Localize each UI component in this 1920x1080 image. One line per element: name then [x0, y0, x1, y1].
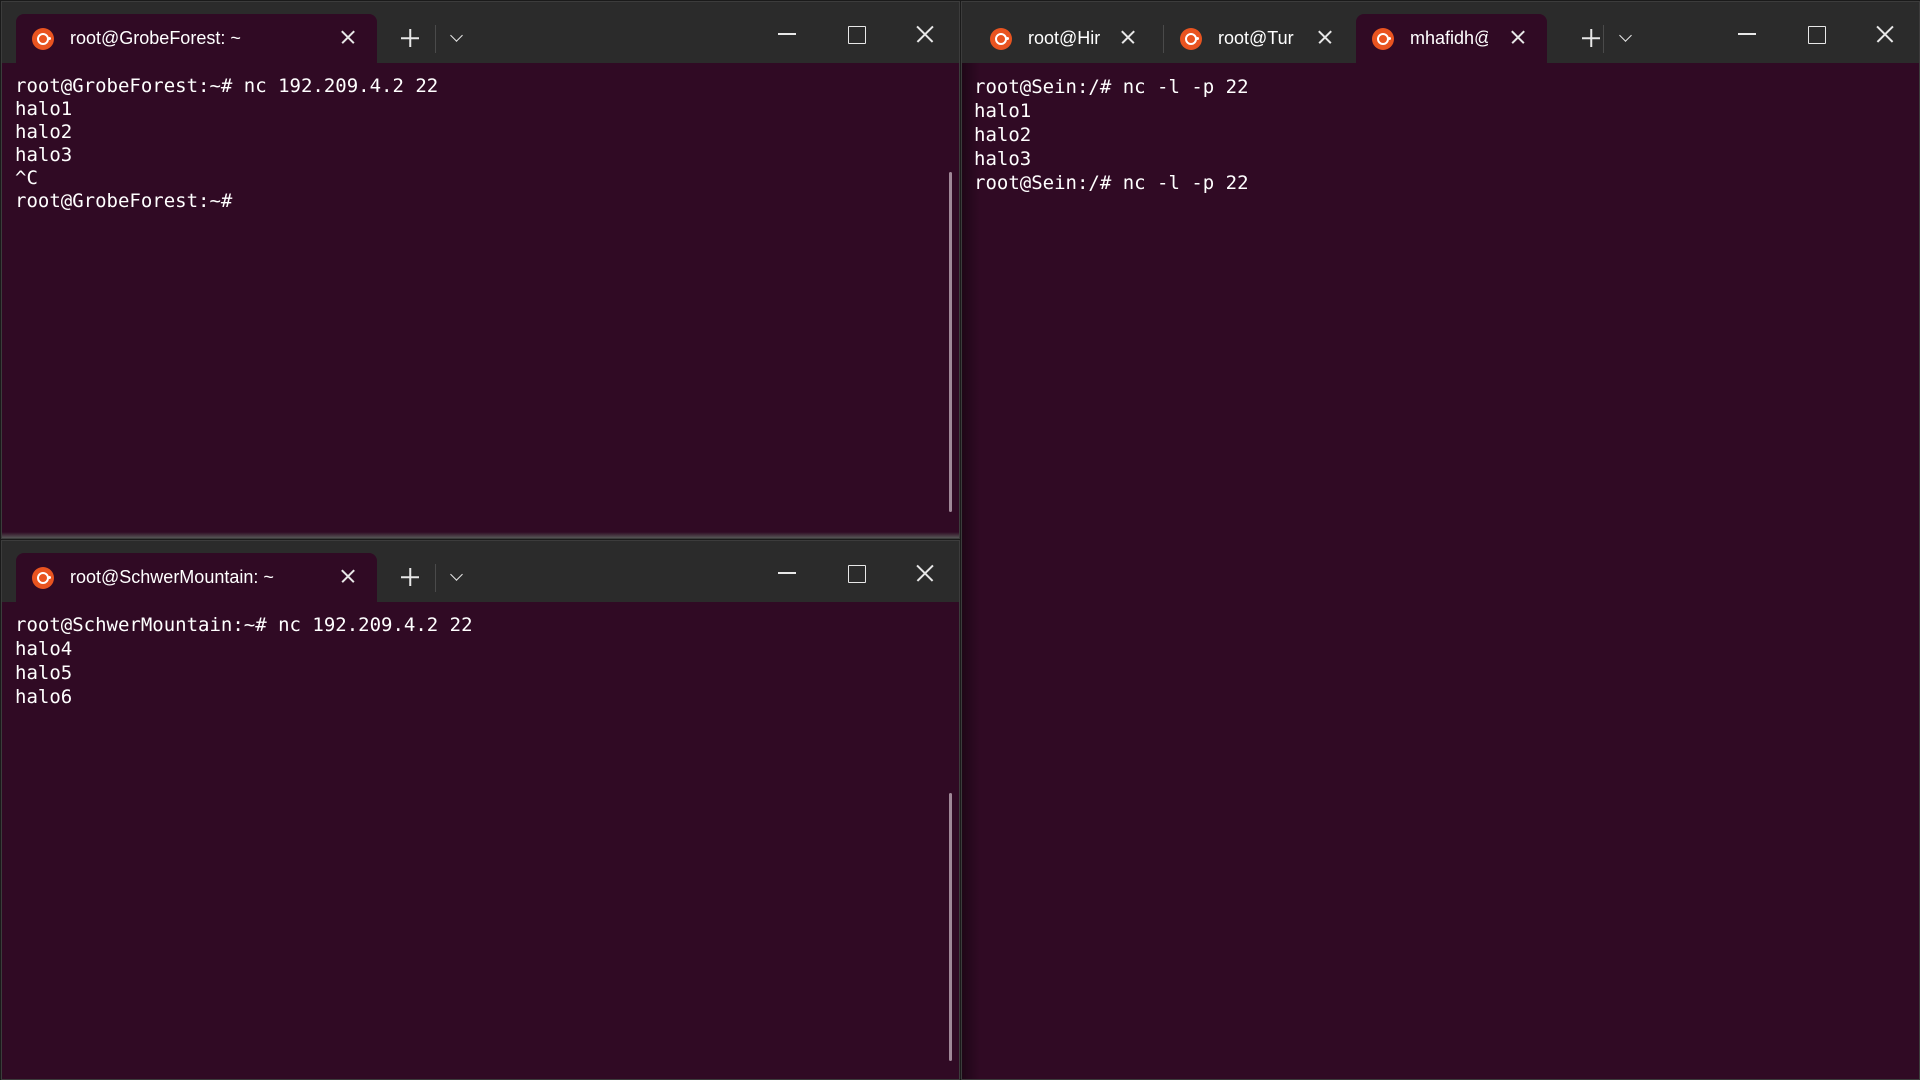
- close-tab-icon[interactable]: [1507, 26, 1529, 48]
- maximize-icon[interactable]: [839, 556, 873, 590]
- minimize-icon[interactable]: [770, 556, 804, 590]
- new-tab-plus-icon[interactable]: [1579, 26, 1603, 50]
- titlebar: root@GrobeForest: ~: [2, 2, 959, 63]
- scrollbar[interactable]: [949, 793, 952, 1061]
- terminal-line: root@GrobeForest:~# nc 192.209.4.2 22: [15, 75, 439, 97]
- tab-root-hir[interactable]: root@Hir: [974, 14, 1157, 63]
- tab-label: root@GrobeForest: ~: [70, 28, 241, 48]
- terminal-line: root@SchwerMountain:~# nc 192.209.4.2 22: [15, 614, 473, 636]
- tab-menu-chevron-down-icon[interactable]: [445, 565, 469, 589]
- tab-label: root@SchwerMountain: ~: [70, 567, 274, 587]
- close-tab-icon[interactable]: [337, 565, 359, 587]
- tab-root-tur[interactable]: root@Tur: [1164, 14, 1354, 63]
- minimize-icon[interactable]: [1730, 17, 1764, 51]
- terminal-window-sein: root@Hir root@Tur mhafidh@ root@Sein:/# …: [961, 1, 1920, 1080]
- minimize-icon[interactable]: [770, 17, 804, 51]
- terminal-line: halo6: [15, 686, 73, 708]
- close-icon[interactable]: [908, 556, 942, 590]
- tab-schwermountain[interactable]: root@SchwerMountain: ~: [16, 553, 377, 602]
- terminal-line: ^C: [15, 167, 38, 189]
- maximize-icon[interactable]: [839, 17, 873, 51]
- ubuntu-logo-icon: [1372, 27, 1394, 50]
- new-tab-plus-icon[interactable]: [398, 565, 422, 589]
- new-tab-plus-icon[interactable]: [398, 26, 422, 50]
- terminal-line: halo1: [15, 98, 73, 120]
- terminal-output[interactable]: root@GrobeForest:~# nc 192.209.4.2 22 ha…: [15, 75, 939, 538]
- tab-grobeforest[interactable]: root@GrobeForest: ~: [16, 14, 377, 63]
- terminal-line: halo4: [15, 638, 73, 660]
- terminal-line: halo3: [974, 148, 1032, 170]
- close-icon[interactable]: [1868, 17, 1902, 51]
- maximize-icon[interactable]: [1799, 17, 1833, 51]
- ubuntu-logo-icon: [1180, 27, 1202, 50]
- close-tab-icon[interactable]: [337, 26, 359, 48]
- terminal-line: halo2: [15, 121, 73, 143]
- terminal-window-grobeforest: root@GrobeForest: ~ root@GrobeForest:~# …: [1, 1, 960, 539]
- close-icon[interactable]: [908, 17, 942, 51]
- titlebar: root@SchwerMountain: ~: [2, 541, 959, 602]
- tab-label: root@Tur: [1218, 28, 1294, 48]
- terminal-line: root@Sein:/# nc -l -p 22: [974, 76, 1249, 98]
- close-tab-icon[interactable]: [1314, 26, 1336, 48]
- terminal-line: halo3: [15, 144, 73, 166]
- terminal-line: root@Sein:/# nc -l -p 22: [974, 172, 1249, 194]
- terminal-line: halo5: [15, 662, 73, 684]
- close-tab-icon[interactable]: [1117, 26, 1139, 48]
- tab-label: root@Hir: [1028, 28, 1101, 48]
- scrollbar[interactable]: [949, 172, 952, 512]
- tab-menu-chevron-down-icon[interactable]: [445, 26, 469, 50]
- terminal-line: halo2: [974, 124, 1032, 146]
- titlebar: root@Hir root@Tur mhafidh@: [962, 2, 1919, 63]
- ubuntu-logo-icon: [32, 27, 54, 50]
- terminal-output[interactable]: root@SchwerMountain:~# nc 192.209.4.2 22…: [15, 614, 939, 1079]
- tab-separator: [435, 564, 436, 592]
- tab-separator: [435, 25, 436, 53]
- ubuntu-logo-icon: [990, 27, 1012, 50]
- window-edge: [2, 532, 959, 538]
- tab-mhafidh[interactable]: mhafidh@: [1356, 14, 1547, 63]
- ubuntu-logo-icon: [32, 566, 54, 589]
- terminal-line: halo1: [974, 100, 1032, 122]
- tab-separator: [1603, 25, 1604, 53]
- terminal-output[interactable]: root@Sein:/# nc -l -p 22 halo1 halo2 hal…: [974, 75, 1899, 1079]
- tab-label: mhafidh@: [1410, 28, 1488, 48]
- terminal-line: root@GrobeForest:~#: [15, 190, 233, 212]
- tab-menu-chevron-down-icon[interactable]: [1614, 26, 1638, 50]
- terminal-window-schwermountain: root@SchwerMountain: ~ root@SchwerMounta…: [1, 540, 960, 1080]
